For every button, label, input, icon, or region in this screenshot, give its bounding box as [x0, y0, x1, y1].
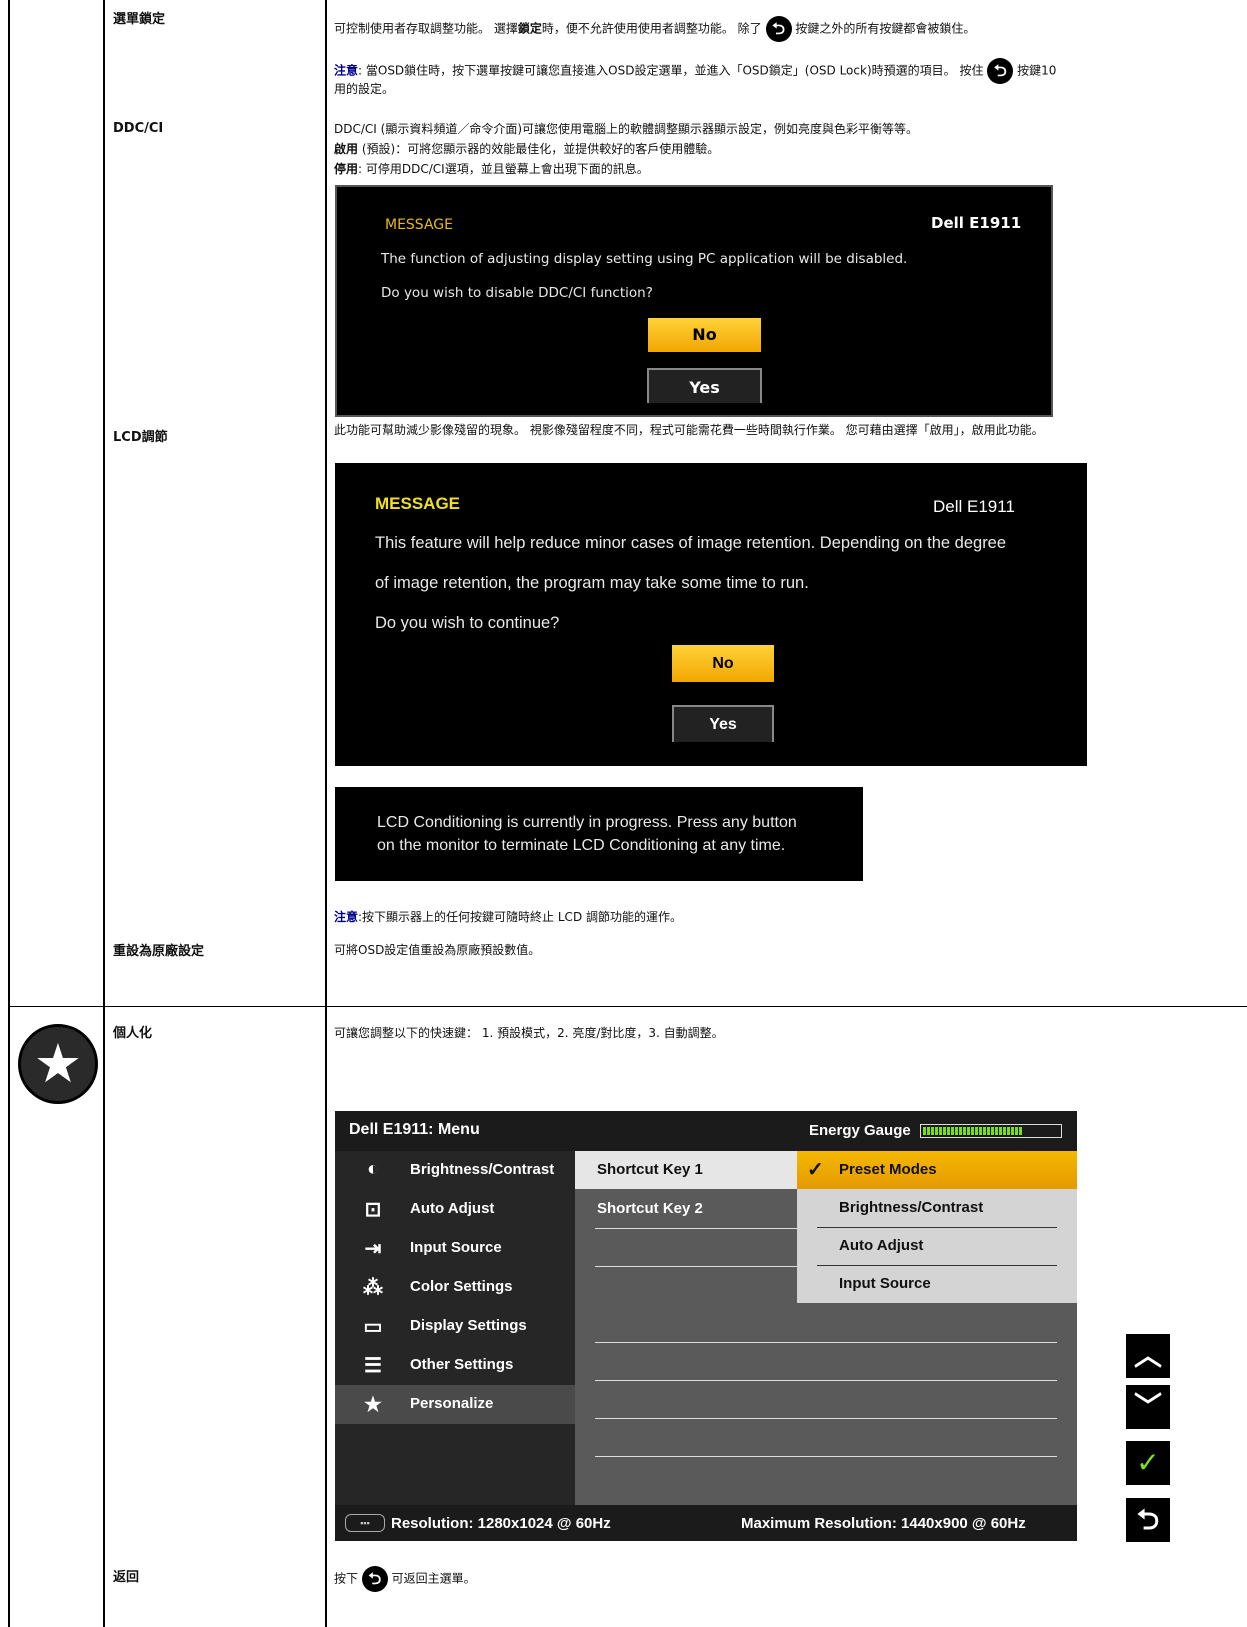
osd-menu: Dell E1911: Menu Energy Gauge ◐ Brightnes… [335, 1111, 1077, 1541]
lcd-description: 此功能可幫助減少影像殘留的現象。 視影像殘留程度不同，程式可能需花費一些時間執行… [334, 423, 1044, 437]
dialog-line2: of image retention, the program may take… [375, 574, 809, 592]
option-auto-adjust[interactable]: Auto Adjust [797, 1227, 1077, 1265]
option-preset-modes[interactable]: ✓ Preset Modes [797, 1151, 1077, 1189]
dialog-model: Dell E1911 [933, 497, 1015, 516]
osd-status-bar: ▪▪▪ Resolution: 1280x1024 @ 60Hz Maximum… [335, 1505, 1077, 1541]
divider [595, 1266, 797, 1267]
osd-menu-item-label: Personalize [410, 1395, 494, 1412]
star-icon: ★ [364, 1394, 382, 1416]
lcd-label: LCD調節 [113, 430, 168, 445]
dialog-line1: This feature will help reduce minor case… [375, 534, 1007, 552]
down-arrow-icon[interactable]: ﹀ [1126, 1385, 1170, 1429]
menu-lock-note: 注意: 當OSD鎖住時，按下選單按鍵可讓您直接進入OSD設定選單，並進入「OSD… [334, 58, 1056, 84]
other-settings-icon: ☰ [364, 1355, 382, 1377]
back-label: 返回 [113, 1570, 140, 1585]
energy-gauge-label: Energy Gauge [809, 1122, 911, 1139]
ddcci-message-dialog: MESSAGE Dell E1911 The function of adjus… [335, 185, 1053, 417]
no-button[interactable]: No [648, 318, 761, 352]
osd-menu-item[interactable]: ☰ Other Settings [335, 1346, 575, 1385]
divider [595, 1380, 1057, 1381]
yes-button[interactable]: Yes [647, 368, 762, 403]
ddcci-enable: 啟用 (預設)：可將您顯示器的效能最佳化，並提供較好的客戶使用體驗。 [334, 142, 720, 156]
menu-lock-label: 選單鎖定 [113, 12, 166, 27]
back-icon[interactable]: ⮌ [1126, 1498, 1170, 1542]
option-input-source[interactable]: Input Source [797, 1265, 1077, 1303]
divider [817, 1265, 1057, 1266]
dialog-line1: The function of adjusting display settin… [381, 251, 908, 267]
input-source-icon: ⇥ [364, 1238, 382, 1260]
shortcut-key-2[interactable]: Shortcut Key 2 [575, 1190, 797, 1228]
up-arrow-icon[interactable]: ︿ [1126, 1334, 1170, 1378]
dialog-title: MESSAGE [375, 494, 461, 513]
ddcci-description: DDC/CI (顯示資料頻道／命令介面)可讓您使用電腦上的軟體調整顯示器顯示設定… [334, 122, 919, 136]
osd-menu-item[interactable]: ⊡ Auto Adjust [335, 1190, 575, 1229]
menu-lock-note-line2: 用的設定。 [334, 82, 395, 96]
personalize-label: 個人化 [113, 1026, 153, 1041]
osd-title: Dell E1911: Menu [349, 1121, 480, 1138]
progress-line2: on the monitor to terminate LCD Conditio… [377, 837, 786, 854]
brightness-icon: ◐ [366, 1158, 380, 1180]
menu-lock-description: 可控制使用者存取調整功能。 選擇鎖定時，便不允許使用使用者調整功能。 除了 ⮌ … [334, 16, 975, 42]
dialog-line2: Do you wish to disable DDC/CI function? [381, 285, 653, 301]
divider [595, 1228, 797, 1229]
display-settings-icon: ▭ [363, 1316, 383, 1338]
table-border-col1 [103, 0, 105, 1627]
auto-adjust-icon: ⊡ [364, 1199, 382, 1221]
reset-label: 重設為原廠設定 [113, 944, 205, 959]
energy-gauge [920, 1124, 1062, 1138]
lcd-note: 注意:按下顯示器上的任何按鍵可隨時終止 LCD 調節功能的運作。 [334, 910, 682, 924]
yes-button[interactable]: Yes [672, 705, 774, 742]
star-icon: ★ [18, 1024, 98, 1104]
osd-menu-item-label: Input Source [410, 1239, 502, 1256]
progress-line1: LCD Conditioning is currently in progres… [377, 814, 797, 831]
osd-menu-item-label: Display Settings [410, 1317, 527, 1334]
back-icon: ⮌ [361, 1566, 388, 1592]
color-settings-icon: ⁂ [363, 1277, 383, 1299]
no-button[interactable]: No [672, 645, 774, 682]
reset-description: 可將OSD設定值重設為原廠預設數值。 [334, 943, 541, 957]
osd-menu-item-label: Auto Adjust [410, 1200, 495, 1217]
lcd-message-dialog: MESSAGE Dell E1911 This feature will hel… [335, 463, 1087, 766]
table-row-divider [8, 1006, 1247, 1007]
osd-menu-item[interactable]: ★ Personalize [335, 1385, 575, 1424]
check-icon[interactable]: ✓ [1126, 1441, 1170, 1485]
osd-menu-item[interactable]: ⇥ Input Source [335, 1229, 575, 1268]
table-border-left [8, 0, 10, 1627]
lcd-progress-box: LCD Conditioning is currently in progres… [335, 787, 863, 881]
divider [817, 1227, 1057, 1228]
osd-menu-item[interactable]: ◐ Brightness/Contrast [335, 1151, 575, 1190]
energy-gauge-fill [923, 1127, 1023, 1135]
ddcci-label: DDC/CI [113, 121, 164, 136]
resolution-text: Resolution: 1280x1024 @ 60Hz [391, 1515, 611, 1532]
ddcci-disable: 停用: 可停用DDC/CI選項，並且螢幕上會出現下面的訊息。 [334, 162, 649, 176]
dialog-model: Dell E1911 [931, 214, 1022, 232]
table-border-col2 [325, 0, 327, 1627]
back-description: 按下 ⮌ 可返回主選單。 [334, 1566, 476, 1592]
osd-menu-item[interactable]: ⁂ Color Settings [335, 1268, 575, 1307]
check-icon: ✓ [807, 1159, 824, 1181]
vga-connector-icon: ▪▪▪ [345, 1514, 385, 1532]
dialog-line3: Do you wish to continue? [375, 614, 560, 632]
max-resolution-text: Maximum Resolution: 1440x900 @ 60Hz [741, 1515, 1026, 1532]
divider [595, 1342, 1057, 1343]
shortcut-key-1[interactable]: Shortcut Key 1 [575, 1151, 797, 1189]
divider [595, 1418, 1057, 1419]
osd-menu-item-label: Other Settings [410, 1356, 514, 1373]
back-icon: ⮌ [987, 58, 1014, 84]
divider [595, 1456, 1057, 1457]
osd-menu-item-label: Color Settings [410, 1278, 513, 1295]
dialog-title: MESSAGE [385, 217, 453, 233]
osd-menu-item[interactable]: ▭ Display Settings [335, 1307, 575, 1346]
osd-menu-item-label: Brightness/Contrast [410, 1161, 555, 1178]
back-icon: ⮌ [765, 16, 792, 42]
personalize-description: 可讓您調整以下的快速鍵： 1. 預設模式，2. 亮度/對比度，3. 自動調整。 [334, 1026, 724, 1040]
option-brightness-contrast[interactable]: Brightness/Contrast [797, 1189, 1077, 1227]
